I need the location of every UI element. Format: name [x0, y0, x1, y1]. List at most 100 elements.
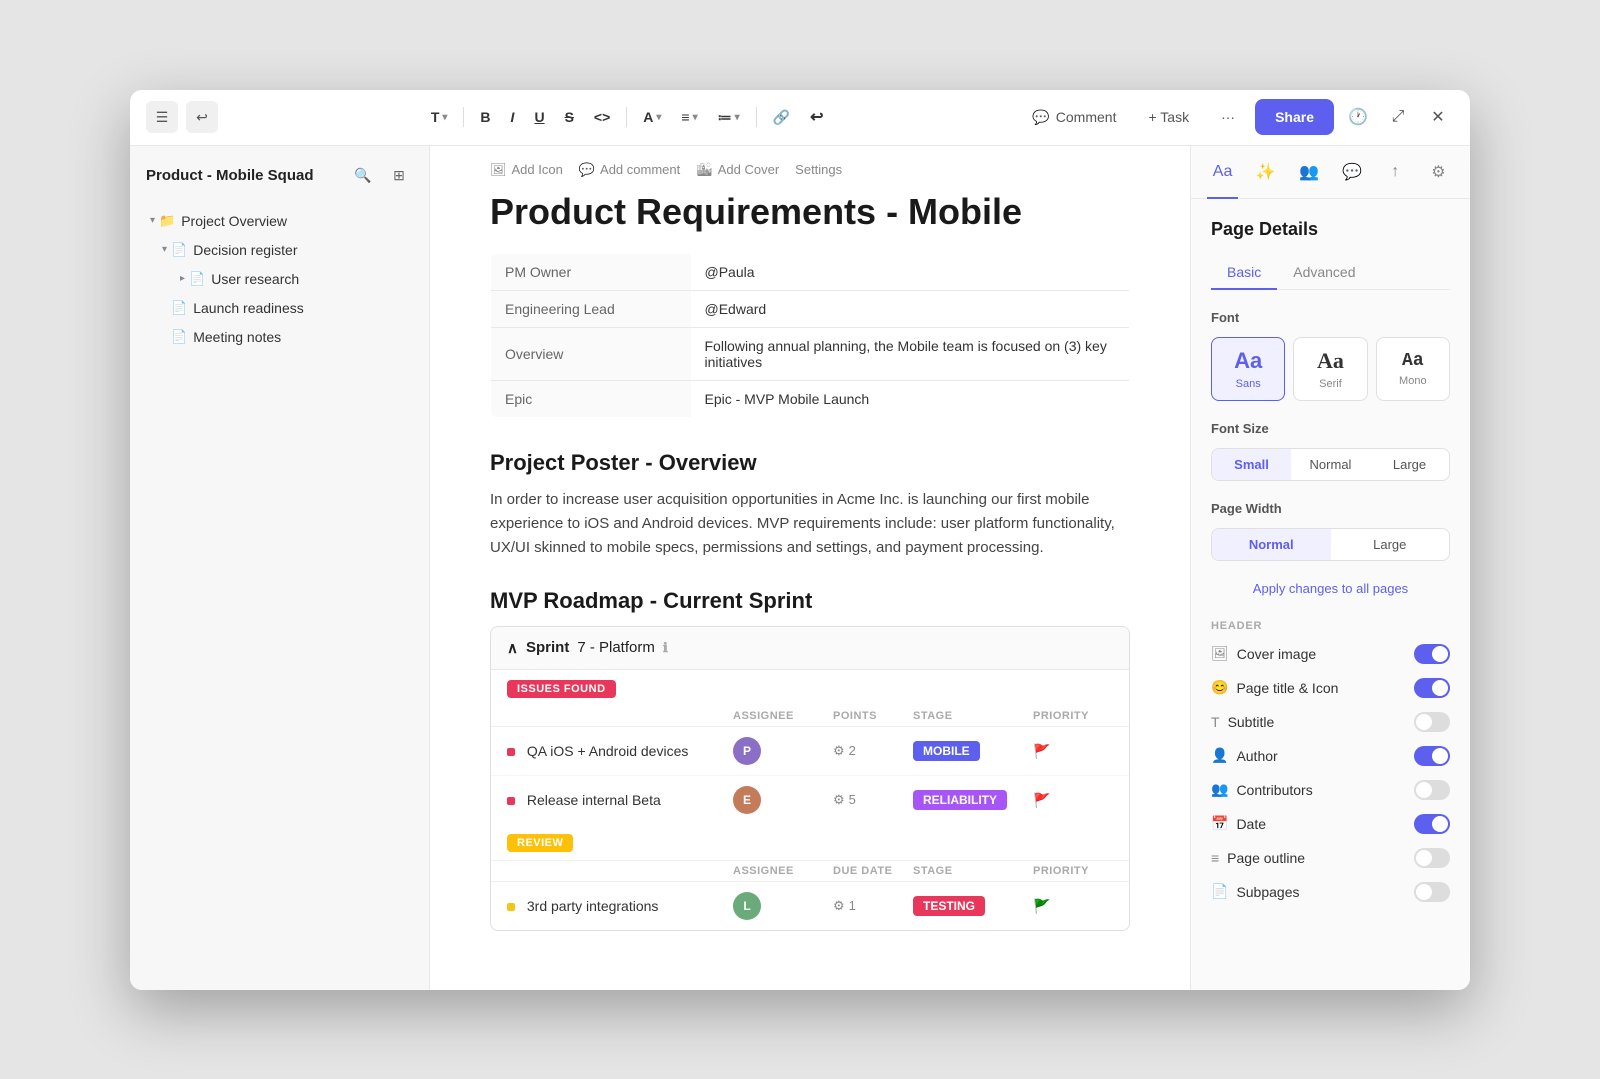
sidebar-item-user-research[interactable]: ▸ 📄 User research	[138, 265, 421, 293]
strikethrough-button[interactable]: S	[557, 101, 582, 133]
panel-section-title: Page Details	[1211, 219, 1450, 240]
doc-actions-bar: 🖼 Add Icon 💬 Add comment 🏙 Add Cover Set…	[490, 146, 1130, 190]
expand-button[interactable]: ⤢	[1382, 101, 1414, 133]
tab-export[interactable]: ↑	[1380, 156, 1411, 188]
tab-people[interactable]: 👥	[1293, 156, 1324, 188]
sidebar-actions: 🔍 ⊞	[349, 162, 413, 190]
section1-heading: Project Poster - Overview	[490, 450, 1130, 476]
tab-emoji[interactable]: ✨	[1250, 156, 1281, 188]
image-icon: 🖼	[490, 162, 507, 178]
panel-tab-advanced[interactable]: Advanced	[1277, 256, 1371, 290]
font-options: Aa Sans Aa Serif Aa Mono	[1211, 337, 1450, 401]
doc-icon: 📄	[1211, 883, 1228, 900]
toggle-page-title[interactable]	[1414, 678, 1450, 698]
sidebar-item-launch-readiness[interactable]: ▸ 📄 Launch readiness	[138, 294, 421, 322]
menu-button[interactable]: ☰	[146, 101, 178, 133]
font-option-serif[interactable]: Aa Serif	[1293, 337, 1367, 401]
priority-cell: 🚩	[1033, 743, 1113, 759]
flag-icon: 🚩	[1033, 792, 1049, 808]
doc-icon: 📄	[171, 300, 187, 316]
toggle-row-date: 📅 Date	[1211, 814, 1450, 834]
toggle-date[interactable]	[1414, 814, 1450, 834]
comment-button[interactable]: 💬 Comment	[1020, 101, 1128, 133]
history-button[interactable]: 🕐	[1342, 101, 1374, 133]
bold-button[interactable]: B	[472, 101, 498, 133]
stage-badge: TESTING	[913, 896, 985, 916]
info-table: PM Owner@PaulaEngineering Lead@EdwardOve…	[490, 253, 1130, 418]
list-button[interactable]: ≔ ▾	[710, 101, 748, 133]
task-button[interactable]: + Task	[1136, 101, 1201, 133]
width-large[interactable]: Large	[1331, 529, 1450, 560]
toggle-label: Page outline	[1227, 850, 1305, 866]
font-option-mono[interactable]: Aa Mono	[1376, 337, 1450, 401]
close-button[interactable]: ✕	[1422, 101, 1454, 133]
sidebar-title: Product - Mobile Squad	[146, 167, 314, 184]
table-row: EpicEpic - MVP Mobile Launch	[491, 380, 1130, 417]
italic-button[interactable]: I	[503, 101, 523, 133]
points-cell: ⚙ 5	[833, 792, 913, 808]
add-comment-action[interactable]: 💬 Add comment	[579, 162, 680, 178]
toggle-label: Page title & Icon	[1236, 680, 1338, 696]
align-button[interactable]: ≡ ▾	[673, 101, 705, 133]
toggle-author[interactable]	[1414, 746, 1450, 766]
sidebar-item-label: Launch readiness	[193, 300, 304, 316]
color-button[interactable]: A ▾	[635, 101, 669, 133]
doc-icon: 📄	[171, 329, 187, 345]
toggle-contributors[interactable]	[1414, 780, 1450, 800]
font-label-sans: Sans	[1236, 378, 1261, 390]
font-option-sans[interactable]: Aa Sans	[1211, 337, 1285, 401]
size-small[interactable]: Small	[1212, 449, 1291, 480]
chevron-down-icon: ▾	[150, 215, 155, 226]
toggle-subpages[interactable]	[1414, 882, 1450, 902]
toggle-cover-image[interactable]	[1414, 644, 1450, 664]
points-cell: ⚙ 1	[833, 898, 913, 914]
settings-action[interactable]: Settings	[795, 162, 842, 177]
tab-typography[interactable]: Aa	[1207, 156, 1238, 188]
sprint-label: Sprint	[526, 639, 569, 656]
table-row: QA iOS + Android devices P ⚙ 2 MOBILE 🚩	[491, 727, 1129, 776]
info-icon: ℹ	[663, 640, 668, 656]
toggle-row-subtitle: T Subtitle	[1211, 712, 1450, 732]
avatar: E	[733, 786, 761, 814]
text-format-button[interactable]: T ▾	[423, 101, 456, 133]
layout-button[interactable]: ⊞	[385, 162, 413, 190]
section1-text: In order to increase user acquisition op…	[490, 488, 1130, 560]
panel-tab-basic[interactable]: Basic	[1211, 256, 1277, 290]
header-section-label: HEADER	[1211, 620, 1450, 632]
people-icon: 👥	[1211, 781, 1228, 798]
search-button[interactable]: 🔍	[349, 162, 377, 190]
apply-link[interactable]: Apply changes to all pages	[1211, 581, 1450, 596]
undo-button[interactable]: ↩	[186, 101, 218, 133]
share-button[interactable]: Share	[1255, 99, 1334, 135]
toggle-subtitle[interactable]	[1414, 712, 1450, 732]
section2-heading: MVP Roadmap - Current Sprint	[490, 588, 1130, 614]
more-button[interactable]: ···	[1209, 101, 1247, 133]
link-button[interactable]: 🔗	[765, 101, 798, 133]
font-label-serif: Serif	[1319, 378, 1342, 390]
font-preview-serif: Aa	[1317, 348, 1344, 374]
sidebar-item-project-overview[interactable]: ▾ 📁 Project Overview	[138, 207, 421, 235]
tab-chat[interactable]: 💬	[1337, 156, 1368, 188]
tab-settings[interactable]: ⚙	[1423, 156, 1454, 188]
app-window: ☰ ↩ T ▾ B I U S <>	[130, 90, 1470, 990]
stage-cell: RELIABILITY	[913, 790, 1033, 810]
sidebar-item-meeting-notes[interactable]: ▸ 📄 Meeting notes	[138, 323, 421, 351]
right-panel-tabs: Aa ✨ 👥 💬 ↑ ⚙	[1191, 146, 1470, 199]
mention-button[interactable]: ↩	[802, 101, 831, 133]
toggle-page-outline[interactable]	[1414, 848, 1450, 868]
add-cover-action[interactable]: 🏙 Add Cover	[696, 162, 779, 178]
code-button[interactable]: <>	[586, 101, 618, 133]
sidebar-item-decision-register[interactable]: ▾ 📄 Decision register	[138, 236, 421, 264]
collapse-icon[interactable]: ∧	[507, 639, 518, 657]
sprint-number: 7 - Platform	[577, 639, 655, 656]
underline-button[interactable]: U	[526, 101, 552, 133]
status-dot	[507, 748, 515, 756]
table-row: Engineering Lead@Edward	[491, 290, 1130, 327]
priority-cell: 🚩	[1033, 792, 1113, 808]
size-normal[interactable]: Normal	[1291, 449, 1370, 480]
size-large[interactable]: Large	[1370, 449, 1449, 480]
add-icon-action[interactable]: 🖼 Add Icon	[490, 162, 563, 178]
width-normal[interactable]: Normal	[1212, 529, 1331, 560]
flag-icon: 🚩	[1033, 898, 1049, 914]
doc-icon: 📄	[171, 242, 187, 258]
